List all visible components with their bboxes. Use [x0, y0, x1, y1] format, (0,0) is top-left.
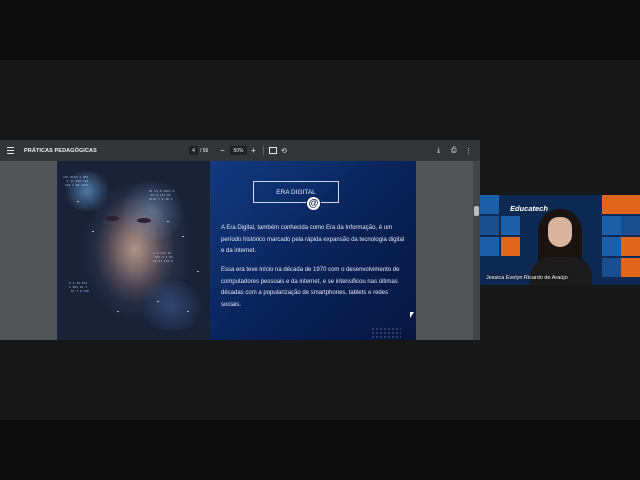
- print-icon[interactable]: ⎙: [451, 140, 457, 161]
- zoom-in-button[interactable]: +: [251, 140, 256, 161]
- mouse-cursor-icon: [410, 312, 414, 318]
- dot-pattern: [371, 327, 401, 339]
- zoom-level-input[interactable]: 50%: [230, 146, 247, 155]
- bg-tile: [621, 258, 640, 277]
- page-number-input[interactable]: 4: [189, 146, 198, 155]
- pdf-page: 101 0110 1 001 0 11 010 110 110 1 00 101…: [57, 161, 416, 340]
- bg-tile: [621, 237, 640, 256]
- scrollbar-thumb[interactable]: [474, 206, 479, 216]
- menu-icon[interactable]: [7, 140, 17, 161]
- bg-tile: [480, 237, 499, 256]
- bg-tile: [480, 195, 499, 214]
- rotate-icon[interactable]: ⟲: [281, 140, 287, 161]
- bg-tile: [602, 258, 621, 277]
- bg-tile: [621, 195, 640, 214]
- bg-tile: [602, 237, 621, 256]
- toolbar-divider: [263, 146, 264, 155]
- slide-content: ERA DIGITAL @ A Era Digital, também conh…: [210, 161, 416, 340]
- participant-name: Jessica Evelyn Ricardo de Araújo: [486, 275, 568, 281]
- bg-tile: [480, 216, 499, 235]
- paragraph-1: A Era Digital, também conhecida como Era…: [221, 225, 405, 254]
- slide-title: ERA DIGITAL: [253, 181, 339, 203]
- bg-tile: [501, 216, 520, 235]
- download-icon[interactable]: ⤓: [437, 140, 440, 161]
- page-total: / 56: [200, 147, 209, 154]
- bg-tile: [602, 195, 621, 214]
- at-sign-icon: @: [306, 196, 321, 211]
- fit-page-icon[interactable]: [269, 140, 277, 161]
- scrollbar[interactable]: [473, 161, 480, 340]
- participant-video: [530, 205, 592, 285]
- pdf-toolbar: PRÁTICAS PEDAGÓGICAS 4 / 56 − 50% + ⟲ ⤓ …: [0, 140, 480, 161]
- webcam-tile[interactable]: Educatech Jessica Evelyn Ricardo de Araú…: [480, 195, 640, 285]
- zoom-out-button[interactable]: −: [220, 140, 225, 161]
- digital-face-image: 101 0110 1 001 0 11 010 110 110 1 00 101…: [57, 161, 210, 340]
- bg-tile: [621, 216, 640, 235]
- bg-tile: [501, 237, 520, 256]
- more-options-icon[interactable]: ⋮: [465, 140, 472, 161]
- bg-tile: [602, 216, 621, 235]
- document-title: PRÁTICAS PEDAGÓGICAS: [24, 147, 97, 154]
- educatech-logo: Educatech: [510, 204, 548, 213]
- paragraph-2: Essa era teve início na década de 1970 c…: [221, 267, 400, 308]
